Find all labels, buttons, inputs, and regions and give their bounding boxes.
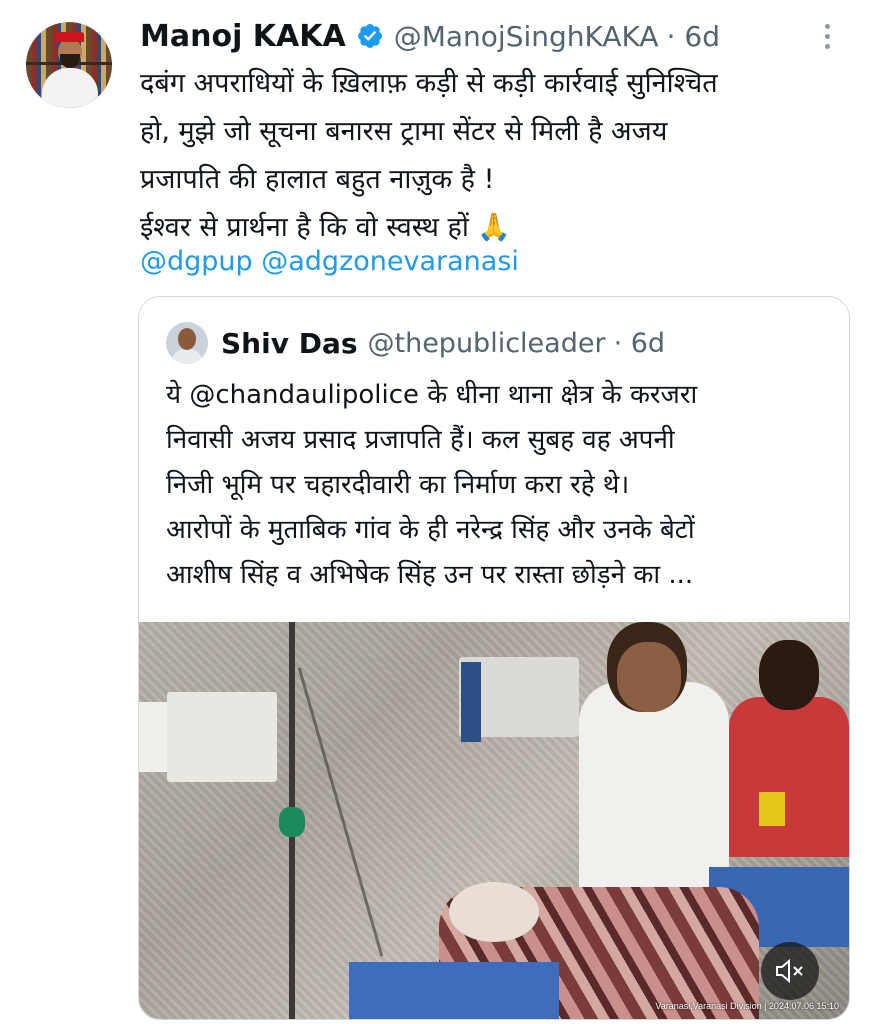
author-avatar[interactable] xyxy=(26,22,112,108)
tweet[interactable]: Manoj KAKA @ManojSinghKAKA · 6d दबंग अपर… xyxy=(0,0,875,1024)
quote-author-avatar[interactable] xyxy=(166,322,208,364)
video-watermark: Varanasi,Varanasi Division | 2024.07.06 … xyxy=(655,1001,839,1011)
tweet-text-line: हो, मुझे जो सूचना बनारस ट्रामा सेंटर से … xyxy=(140,116,668,147)
quote-text-line: आशीष सिंह व अभिषेक सिंह उन पर रास्ता छोड… xyxy=(166,560,694,590)
quote-age[interactable]: · 6d xyxy=(614,328,665,359)
verified-badge-icon xyxy=(357,24,382,48)
tweet-header: Manoj KAKA @ManojSinghKAKA · 6d xyxy=(140,16,720,56)
quoted-tweet[interactable]: Shiv Das @thepublicleader · 6d ये @chand… xyxy=(138,296,850,1020)
tweet-age[interactable]: · 6d xyxy=(667,20,720,53)
quote-author-name[interactable]: Shiv Das xyxy=(221,327,358,360)
vertical-dots-icon[interactable] xyxy=(820,24,834,54)
quote-author-handle[interactable]: @thepublicleader xyxy=(368,328,606,359)
quote-text-line: आरोपों के मुताबिक गांव के ही नरेन्द्र सि… xyxy=(166,515,695,545)
quote-text: ये @chandaulipolice के धीना थाना क्षेत्र… xyxy=(166,373,836,598)
quote-text-line: निवासी अजय प्रसाद प्रजापति हैं। कल सुबह … xyxy=(166,425,675,455)
tweet-text-line: प्रजापति की हालात बहुत नाज़ुक है ! xyxy=(140,164,495,195)
author-name[interactable]: Manoj KAKA xyxy=(140,19,346,54)
tweet-text-line: दबंग अपराधियों के ख़िलाफ़ कड़ी से कड़ी क… xyxy=(140,68,718,99)
author-handle[interactable]: @ManojSinghKAKA xyxy=(394,20,659,53)
quote-video[interactable]: Varanasi,Varanasi Division | 2024.07.06 … xyxy=(139,622,849,1019)
quote-text-line: निजी भूमि पर चहारदीवारी का निर्माण करा र… xyxy=(166,470,630,500)
quote-text-line: ये @chandaulipolice के धीना थाना क्षेत्र… xyxy=(166,380,698,410)
tweet-text: दबंग अपराधियों के ख़िलाफ़ कड़ी से कड़ी क… xyxy=(140,60,840,252)
tweet-mentions[interactable]: @dgpup @adgzonevaranasi xyxy=(140,242,519,282)
speaker-muted-icon[interactable] xyxy=(761,942,819,1000)
quote-header: Shiv Das @thepublicleader · 6d xyxy=(221,323,665,363)
